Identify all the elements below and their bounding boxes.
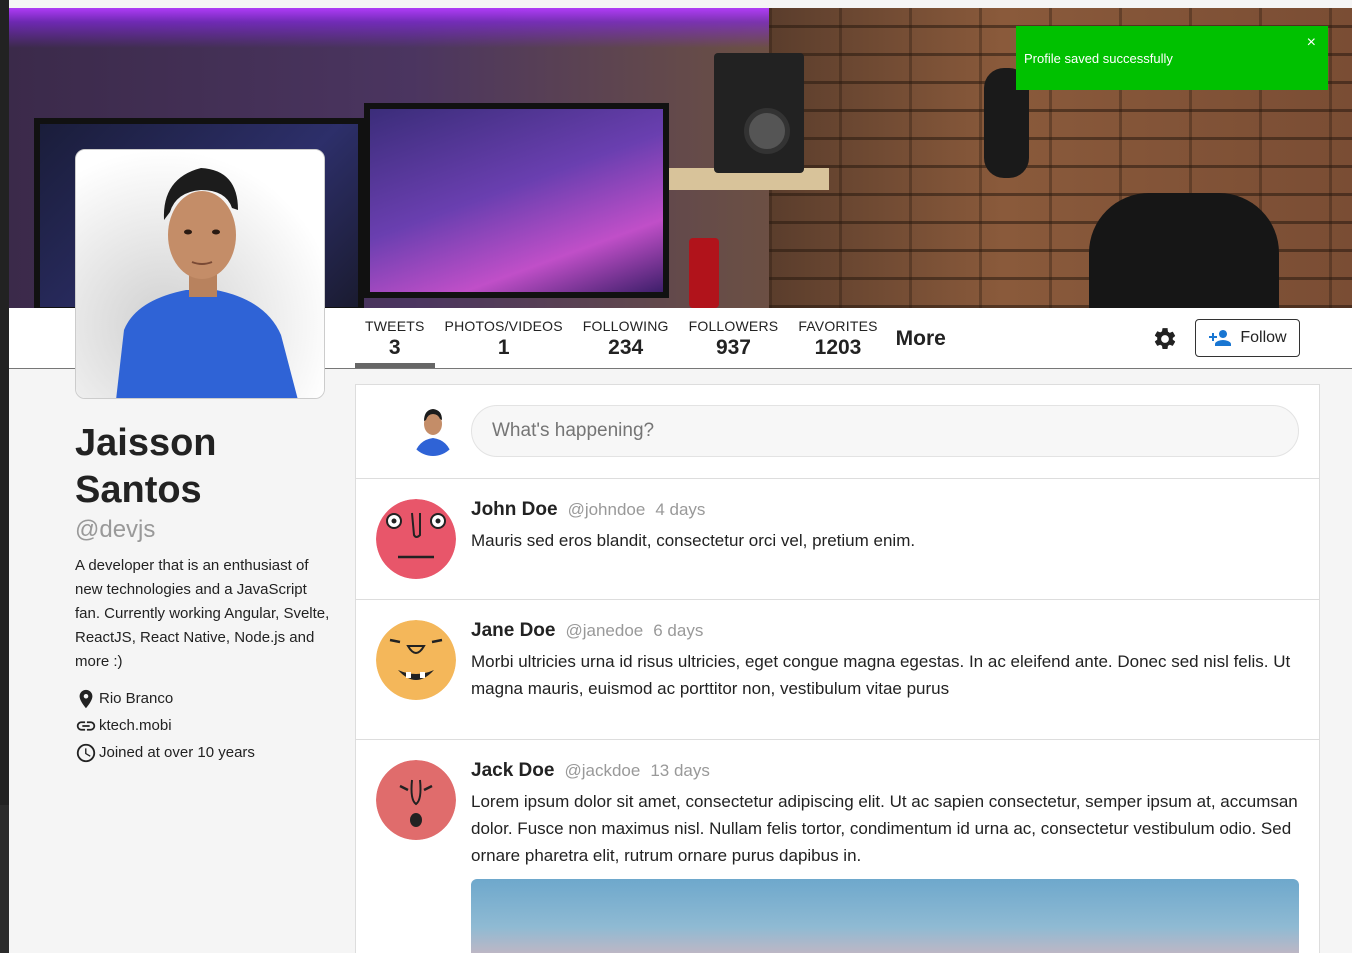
- tweet-text: Mauris sed eros blandit, consectetur orc…: [471, 531, 916, 550]
- profile-tabs: TWEETS 3 PHOTOS/VIDEOS 1 FOLLOWING 234 F…: [355, 308, 946, 368]
- tweet-author-name[interactable]: Jane Doe: [471, 620, 555, 642]
- tab-tweets[interactable]: TWEETS 3: [355, 308, 435, 368]
- tab-favorites[interactable]: FAVORITES 1203: [788, 308, 887, 368]
- joined-text: Joined at over 10 years: [99, 744, 255, 761]
- compose-box: [356, 385, 1319, 479]
- user-avatar[interactable]: [376, 620, 456, 700]
- tab-label: TWEETS: [365, 318, 425, 334]
- follow-button[interactable]: Follow: [1195, 319, 1300, 357]
- user-avatar[interactable]: [376, 499, 456, 579]
- close-icon[interactable]: ×: [1307, 34, 1316, 52]
- tab-label: FOLLOWERS: [688, 318, 779, 334]
- tab-label: FOLLOWING: [582, 318, 669, 334]
- tab-label: PHOTOS/VIDEOS: [444, 318, 563, 334]
- person-add-icon: [1209, 330, 1232, 346]
- location-pin-icon: [79, 689, 93, 708]
- profile-bio: A developer that is an enthusiast of new…: [75, 557, 330, 670]
- profile-info: Jaisson Santos @devjs A developer that i…: [75, 420, 335, 766]
- tweet-author-name[interactable]: Jack Doe: [471, 760, 554, 782]
- compose-avatar: [408, 404, 458, 456]
- profile-avatar: [75, 149, 325, 399]
- tweet-text: Morbi ultricies urna id risus ultricies,…: [471, 652, 1291, 698]
- tweet-text: Lorem ipsum dolor sit amet, consectetur …: [471, 792, 1298, 865]
- website-link[interactable]: ktech.mobi: [99, 717, 172, 734]
- tweet-feed: John Doe @johndoe 4 days Mauris sed eros…: [355, 384, 1320, 953]
- link-icon: [76, 720, 96, 731]
- tweet-author-handle[interactable]: @janedoe: [565, 621, 643, 641]
- clock-icon: [76, 743, 96, 762]
- avatar-photo: [76, 150, 324, 398]
- tab-followers[interactable]: FOLLOWERS 937: [679, 308, 789, 368]
- tweet-time: 13 days: [650, 761, 710, 780]
- more-menu-button[interactable]: More: [896, 327, 946, 351]
- profile-name: Jaisson Santos: [75, 422, 217, 511]
- location-text: Rio Branco: [99, 690, 174, 707]
- success-toast: Profile saved successfully ×: [1016, 26, 1328, 90]
- tweet-author-handle[interactable]: @johndoe: [568, 500, 646, 520]
- tab-label: FAVORITES: [798, 318, 878, 334]
- joined-row: Joined at over 10 years: [75, 739, 335, 766]
- tweet-item: Jane Doe @janedoe 6 days Morbi ultricies…: [356, 600, 1319, 740]
- tab-following[interactable]: FOLLOWING 234: [573, 308, 679, 368]
- tab-count: 1: [497, 336, 510, 359]
- tab-count: 3: [388, 336, 401, 359]
- tab-count: 1203: [814, 336, 862, 359]
- tweet-author-handle[interactable]: @jackdoe: [564, 761, 640, 781]
- gear-icon[interactable]: [1152, 326, 1178, 352]
- profile-meta: Rio Branco ktech.mobi Joined at over 10 …: [75, 685, 335, 766]
- tab-count: 937: [715, 336, 751, 359]
- profile-handle: @devjs: [75, 516, 156, 543]
- toast-message: Profile saved successfully: [1024, 51, 1173, 66]
- compose-input[interactable]: [471, 405, 1299, 457]
- tweet-image[interactable]: [471, 879, 1299, 953]
- tweet-time: 6 days: [653, 621, 704, 640]
- profile-page: TWEETS 3 PHOTOS/VIDEOS 1 FOLLOWING 234 F…: [9, 0, 1352, 953]
- user-avatar[interactable]: [376, 760, 456, 840]
- tab-count: 234: [608, 336, 644, 359]
- tweet-item: Jack Doe @jackdoe 13 days Lorem ipsum do…: [356, 740, 1319, 953]
- website-row[interactable]: ktech.mobi: [75, 712, 335, 739]
- tab-photos-videos[interactable]: PHOTOS/VIDEOS 1: [435, 308, 573, 368]
- location-row: Rio Branco: [75, 685, 335, 712]
- tweet-item: John Doe @johndoe 4 days Mauris sed eros…: [356, 479, 1319, 600]
- window-edge: [0, 0, 9, 805]
- follow-label: Follow: [1240, 329, 1287, 346]
- tweet-time: 4 days: [655, 500, 706, 519]
- tweet-author-name[interactable]: John Doe: [471, 499, 558, 521]
